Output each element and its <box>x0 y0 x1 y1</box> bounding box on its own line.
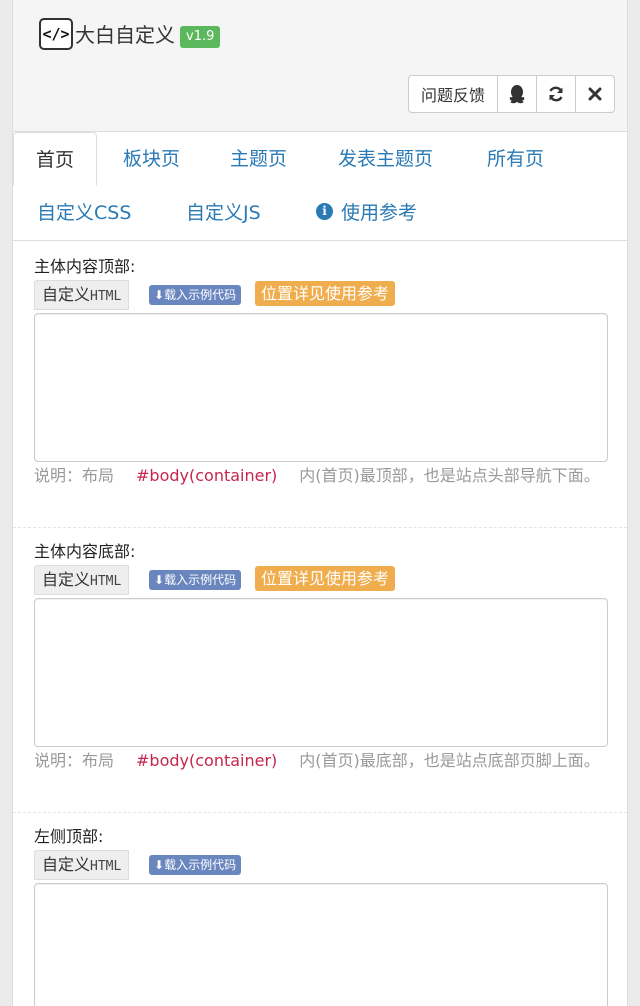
section-title: 左侧顶部: <box>34 827 104 846</box>
download-icon: ⬇ <box>154 573 165 587</box>
html-addon: 自定义HTML <box>34 565 130 595</box>
load-example-label: 载入示例代码 <box>164 288 237 302</box>
app-title: 大白自定义 <box>75 23 175 47</box>
header-button-group: 问题反馈 <box>407 75 615 113</box>
tab-custom-css[interactable]: 自定义CSS <box>15 186 153 240</box>
help-text: 说明：布局 #body(container) 内(首页)最顶部，也是站点头部导航下面… <box>34 462 608 489</box>
addon-code: HTML <box>90 289 122 304</box>
qq-button[interactable] <box>497 75 537 113</box>
help-prefix: 说明：布局 <box>34 751 115 770</box>
html-addon: 自定义HTML <box>34 280 130 310</box>
help-code: #body(container) <box>136 751 278 770</box>
tab-all-pages[interactable]: 所有页 <box>465 132 566 186</box>
position-reference-link[interactable]: 位置详见使用参考 <box>255 281 396 306</box>
load-example-label: 载入示例代码 <box>164 573 237 587</box>
help-text: 说明：布局 #body(container) 内(首页)最底部，也是站点底部页脚上面… <box>34 747 608 774</box>
qq-icon <box>509 85 525 104</box>
tab-custom-js[interactable]: 自定义JS <box>164 186 283 240</box>
section-divider <box>13 812 627 813</box>
tab-usage-reference[interactable]: i 使用参考 <box>294 186 439 240</box>
panel-header: </> 大白自定义 v1.9 问题反馈 <box>13 0 627 132</box>
load-example-button[interactable]: ⬇载入示例代码 <box>149 570 242 590</box>
help-suffix: 内(首页)最顶部，也是站点头部导航下面。 <box>299 466 600 485</box>
help-code: #body(container) <box>136 466 278 485</box>
refresh-button[interactable] <box>536 75 576 113</box>
addon-prefix: 自定义 <box>42 855 91 874</box>
addon-prefix: 自定义 <box>42 285 91 304</box>
addon-code: HTML <box>90 574 122 589</box>
custom-panel: </> 大白自定义 v1.9 问题反馈 首页 板块页 主题页 发表主题页 所有页… <box>12 0 628 1006</box>
body-bottom-html-textarea[interactable] <box>34 598 608 747</box>
feedback-button[interactable]: 问题反馈 <box>407 75 498 113</box>
download-icon: ⬇ <box>154 288 165 302</box>
code-icon: </> <box>39 18 73 50</box>
tab-usage-reference-label: 使用参考 <box>341 202 418 224</box>
addon-prefix: 自定义 <box>42 570 91 589</box>
section-title: 主体内容顶部: <box>34 257 136 276</box>
help-prefix: 说明：布局 <box>34 466 115 485</box>
position-reference-link[interactable]: 位置详见使用参考 <box>255 566 396 591</box>
load-example-button[interactable]: ⬇载入示例代码 <box>149 285 242 305</box>
help-suffix: 内(首页)最底部，也是站点底部页脚上面。 <box>299 751 600 770</box>
left-top-html-textarea[interactable] <box>34 883 608 1006</box>
body-top-html-textarea[interactable] <box>34 313 608 462</box>
section-divider <box>13 527 627 528</box>
html-addon: 自定义HTML <box>34 850 130 880</box>
tab-thread[interactable]: 主题页 <box>208 132 309 186</box>
close-button[interactable] <box>575 75 615 113</box>
refresh-icon <box>549 86 563 102</box>
info-icon: i <box>316 203 333 220</box>
download-icon: ⬇ <box>154 858 165 872</box>
addon-code: HTML <box>90 859 122 874</box>
close-icon <box>588 87 602 101</box>
load-example-button[interactable]: ⬇载入示例代码 <box>149 855 242 875</box>
version-badge: v1.9 <box>180 26 221 48</box>
tab-home[interactable]: 首页 <box>13 132 98 186</box>
load-example-label: 载入示例代码 <box>164 858 237 872</box>
tab-post-thread[interactable]: 发表主题页 <box>316 132 455 186</box>
page-tabs: 首页 板块页 主题页 发表主题页 所有页 自定义CSS 自定义JS i 使用参考 <box>13 132 627 241</box>
tab-forum[interactable]: 板块页 <box>101 132 202 186</box>
section-title: 主体内容底部: <box>34 542 136 561</box>
